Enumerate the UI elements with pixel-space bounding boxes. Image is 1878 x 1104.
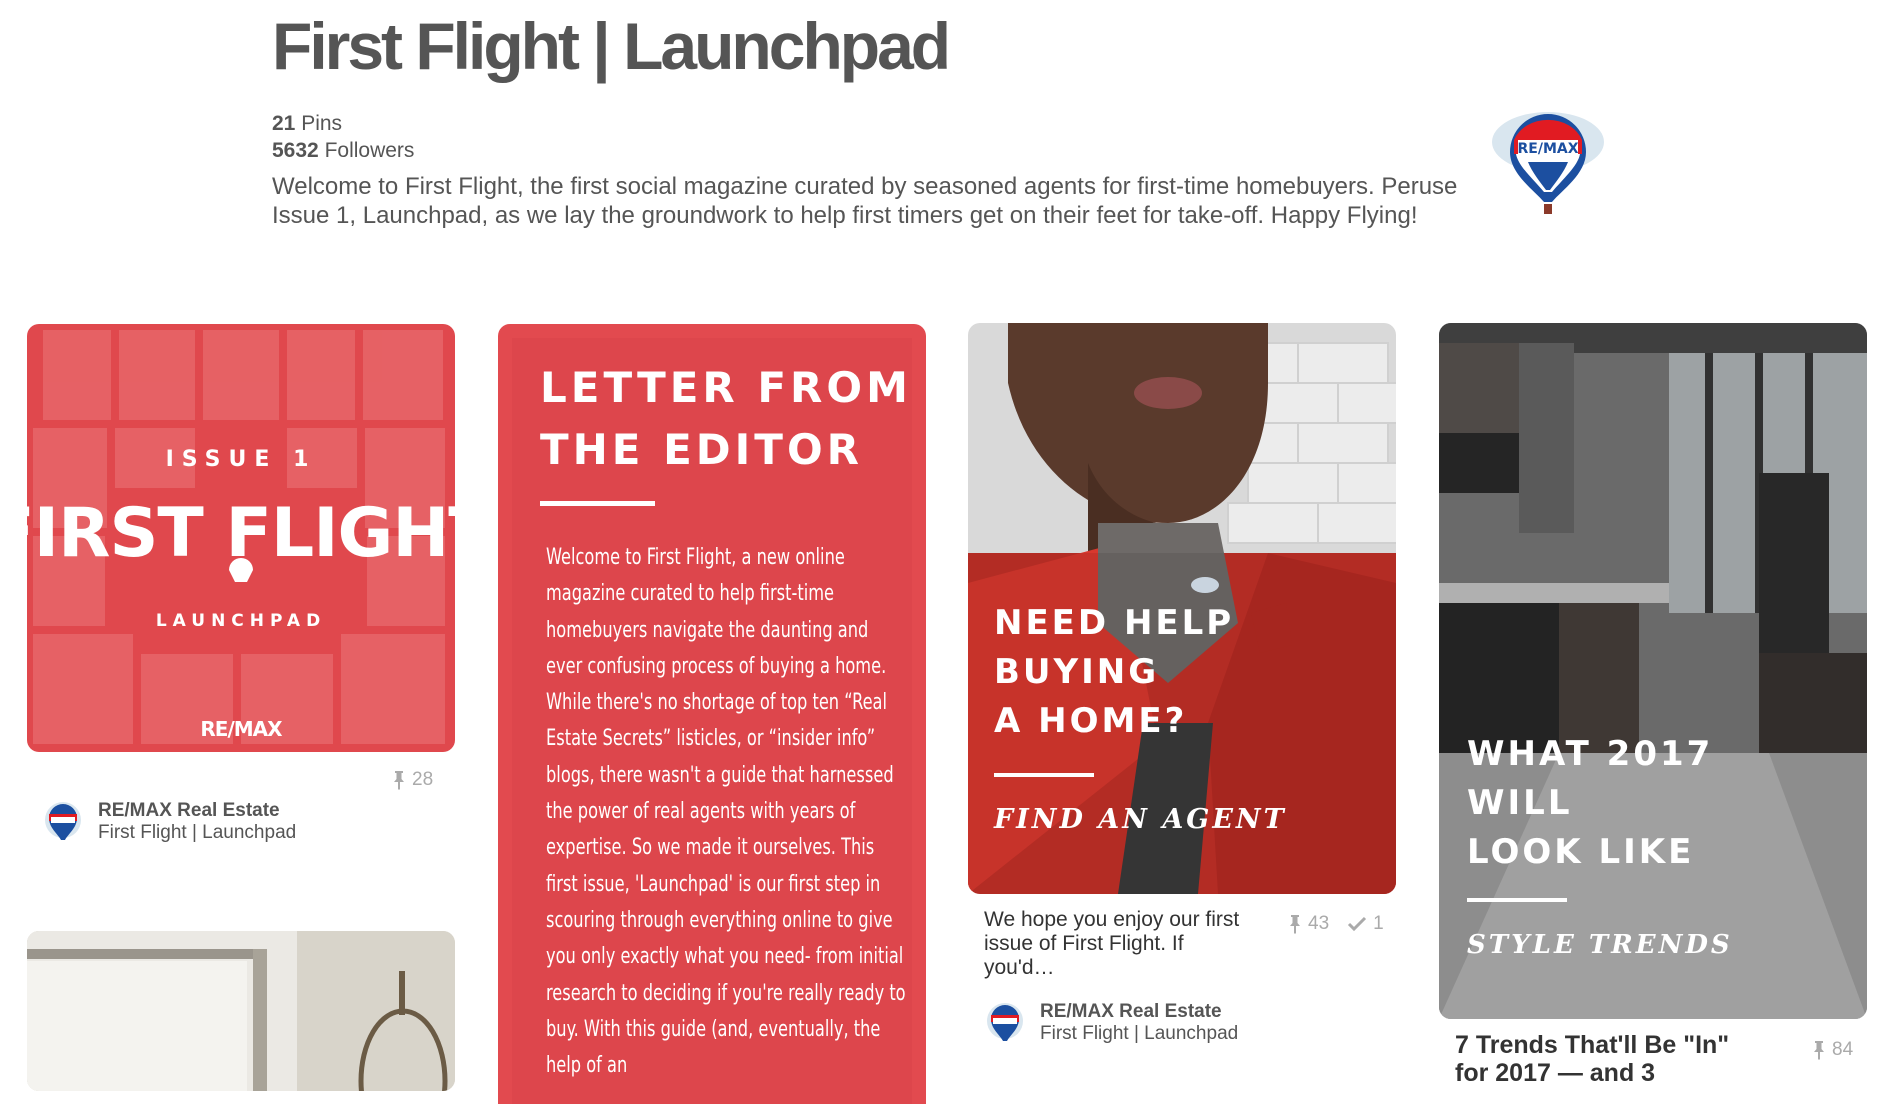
author-avatar <box>45 802 81 840</box>
pin-card-room[interactable] <box>27 931 455 1091</box>
agent-overlay-cta: FIND AN AGENT <box>994 804 1287 835</box>
cover-brand: RE/MAX <box>200 717 283 741</box>
board-link[interactable]: First Flight | Launchpad <box>98 822 296 844</box>
pin-card-kitchen[interactable]: WHAT 2017 WILL LOOK LIKE STYLE TRENDS <box>1439 323 1867 1019</box>
repin-value: 28 <box>412 769 434 790</box>
heading-divider <box>540 501 655 506</box>
author-name[interactable]: RE/MAX Real Estate <box>98 800 296 822</box>
cover-image: ISSUE 1 FIRST FLIGHT LAUNCHPAD RE/MAX <box>27 330 455 744</box>
check-icon <box>1348 916 1367 932</box>
pin-card-agent[interactable]: NEED HELP BUYING A HOME? FIND AN AGENT <box>968 323 1396 894</box>
followers-count: 5632 <box>272 139 319 162</box>
board-stats: 21 Pins 5632 Followers <box>272 110 414 164</box>
pin-description: 7 Trends That'll Be "In" for 2017 — and … <box>1455 1031 1730 1087</box>
board-link[interactable]: First Flight | Launchpad <box>1040 1023 1238 1045</box>
agent-overlay-line3: A HOME? <box>994 701 1188 741</box>
agent-overlay-divider <box>994 773 1094 777</box>
agent-overlay-line1: NEED HELP <box>994 603 1235 643</box>
followers-stat[interactable]: 5632 Followers <box>272 137 414 164</box>
author-avatar <box>987 1003 1023 1041</box>
pin-icon <box>1290 915 1300 934</box>
agent-overlay-line2: BUYING <box>994 652 1160 692</box>
owner-logo-text: RE/MAX <box>1517 141 1578 157</box>
letter-heading-line2: THE EDITOR <box>540 425 863 474</box>
owner-avatar[interactable]: RE/MAX <box>1492 110 1604 220</box>
kitchen-overlay-line3: LOOK LIKE <box>1467 832 1695 872</box>
pin-card-cover[interactable]: ISSUE 1 FIRST FLIGHT LAUNCHPAD RE/MAX <box>27 324 455 752</box>
letter-body: Welcome to First Flight, a new online ma… <box>546 545 906 1079</box>
pin-icon <box>394 771 404 790</box>
board-description: Welcome to First Flight, the first socia… <box>272 173 1458 229</box>
pin-attribution[interactable]: RE/MAX Real Estate First Flight | Launch… <box>40 800 296 846</box>
pin-card-letter[interactable]: LETTER FROM THE EDITOR Welcome to First … <box>498 324 926 1104</box>
repin-count[interactable]: 43 1 <box>1288 913 1384 935</box>
pin-attribution[interactable]: RE/MAX Real Estate First Flight | Launch… <box>982 1001 1238 1047</box>
author-name[interactable]: RE/MAX Real Estate <box>1040 1001 1238 1023</box>
repin-value: 84 <box>1832 1039 1854 1060</box>
repin-count[interactable]: 28 <box>392 769 433 791</box>
kitchen-overlay-cta: STYLE TRENDS <box>1467 930 1733 960</box>
pins-label: Pins <box>301 112 343 135</box>
pin-icon <box>1814 1041 1824 1060</box>
pins-stat[interactable]: 21 Pins <box>272 110 414 137</box>
kitchen-overlay-line2: WILL <box>1467 783 1573 823</box>
repin-count[interactable]: 84 <box>1812 1039 1853 1061</box>
followers-label: Followers <box>324 139 415 162</box>
kitchen-photo <box>1439 323 1867 1019</box>
cover-issue: ISSUE 1 <box>166 447 317 472</box>
letter-heading-line1: LETTER FROM <box>540 363 912 412</box>
repin-value: 43 <box>1308 913 1330 934</box>
pin-description: We hope you enjoy our first issue of Fir… <box>984 908 1240 979</box>
pins-count: 21 <box>272 112 296 135</box>
like-value: 1 <box>1373 913 1384 934</box>
board-title: First Flight | Launchpad <box>272 9 951 83</box>
balloon-icon <box>229 558 253 582</box>
letter-heading: LETTER FROM THE EDITOR <box>540 363 912 506</box>
kitchen-overlay-line1: WHAT 2017 <box>1467 734 1714 774</box>
cover-subtitle: LAUNCHPAD <box>156 611 326 631</box>
room-image <box>27 931 455 1091</box>
kitchen-overlay-divider <box>1467 898 1567 902</box>
